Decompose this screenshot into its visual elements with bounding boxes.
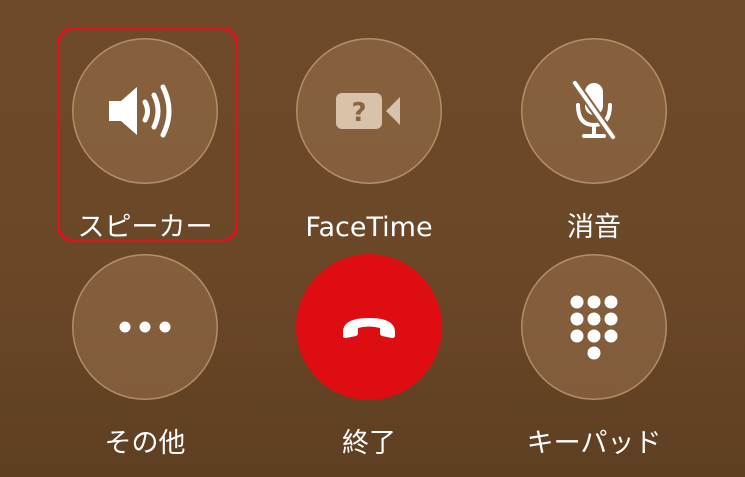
more-button[interactable] (72, 254, 218, 400)
facetime-label: FaceTime (305, 212, 433, 243)
speaker-label: スピーカー (77, 212, 213, 243)
mute-button[interactable] (521, 38, 667, 184)
facetime-control: ? FaceTime (280, 38, 460, 248)
speaker-button[interactable] (72, 38, 218, 184)
end-call-label: 終了 (342, 428, 396, 459)
more-label: その他 (104, 428, 186, 459)
keypad-label: キーパッド (526, 428, 662, 459)
end-call-control: 終了 (280, 254, 460, 464)
phone-hangup-icon (339, 312, 399, 342)
facetime-video-icon: ? (334, 89, 404, 133)
call-controls-screen: スピーカー ? FaceTime 消音 その他 終了 キーパッド (0, 0, 745, 477)
svg-text:?: ? (351, 98, 366, 128)
ellipsis-icon (118, 320, 172, 334)
more-control: その他 (56, 254, 236, 464)
speaker-control: スピーカー (56, 38, 236, 248)
mute-label: 消音 (567, 212, 621, 243)
keypad-icon (569, 294, 619, 360)
keypad-control: キーパッド (505, 254, 685, 464)
mute-control: 消音 (505, 38, 685, 248)
speaker-icon (105, 81, 185, 141)
keypad-button[interactable] (521, 254, 667, 400)
end-call-button[interactable] (296, 254, 442, 400)
facetime-button[interactable]: ? (296, 38, 442, 184)
mic-slash-icon (569, 79, 619, 143)
